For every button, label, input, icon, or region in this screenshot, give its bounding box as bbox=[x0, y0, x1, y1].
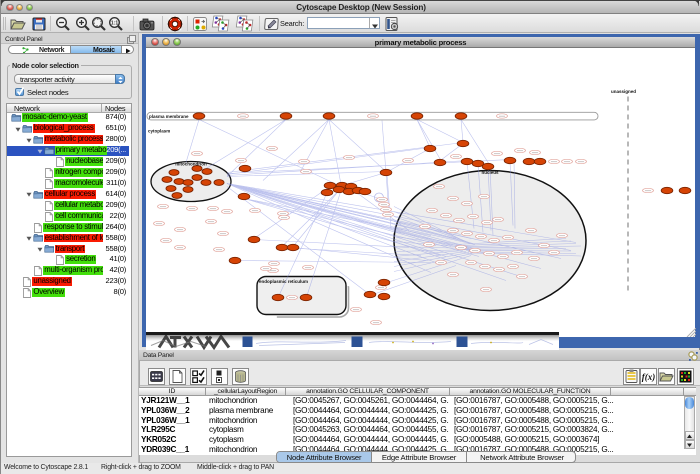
svg-text:cytoplasm: cytoplasm bbox=[148, 128, 170, 133]
svg-text:1:1: 1:1 bbox=[111, 20, 118, 26]
svg-text:unassigned: unassigned bbox=[611, 89, 636, 94]
svg-text:plasma membrane: plasma membrane bbox=[149, 114, 189, 119]
svg-text:mitochondrion: mitochondrion bbox=[175, 161, 207, 166]
svg-text:endoplasmic reticulum: endoplasmic reticulum bbox=[259, 279, 308, 284]
svg-text:nucleus: nucleus bbox=[481, 170, 499, 175]
svg-text:f(x): f(x) bbox=[642, 372, 656, 382]
